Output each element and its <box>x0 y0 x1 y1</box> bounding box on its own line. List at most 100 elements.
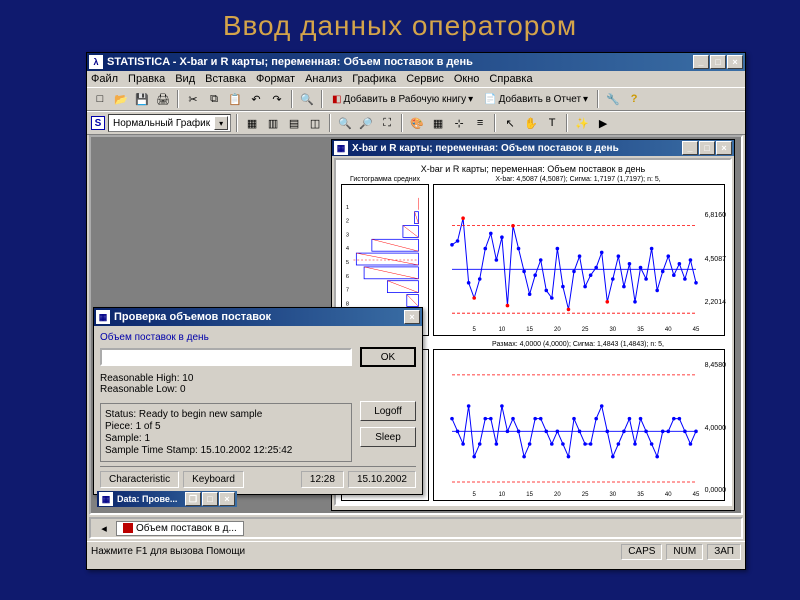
svg-text:40: 40 <box>665 327 672 333</box>
range-chart-panel: 51015202530354045 8,4580 4,0000 0,0000 <box>433 349 725 501</box>
new-icon[interactable]: □ <box>91 90 109 108</box>
tool-icon-1[interactable]: ▦ <box>243 114 261 132</box>
pointer-icon[interactable]: ↖ <box>501 114 519 132</box>
logoff-button[interactable]: Logoff <box>360 401 416 421</box>
menubar: Файл Правка Вид Вставка Формат Анализ Гр… <box>87 71 745 87</box>
svg-text:45: 45 <box>693 492 700 498</box>
svg-text:30: 30 <box>609 492 616 498</box>
add-report-button[interactable]: 📄Добавить в Отчет▾ <box>480 94 592 105</box>
fit-icon[interactable]: ⛶ <box>378 114 396 132</box>
r-ucl-label: 8,4580 <box>705 362 726 369</box>
xbar-ucl-label: 6,8160 <box>705 212 726 219</box>
menu-file[interactable]: Файл <box>91 73 118 85</box>
xbar-chart-panel: 51015202530354045 6,8160 4,5087 2,2014 <box>433 184 725 336</box>
status-caps: CAPS <box>621 544 662 560</box>
tool-icon-2[interactable]: ▥ <box>264 114 282 132</box>
r-lcl-label: 0,0000 <box>705 487 726 494</box>
print-icon[interactable]: 🖨 <box>154 90 172 108</box>
menu-edit[interactable]: Правка <box>128 73 165 85</box>
menu-insert[interactable]: Вставка <box>205 73 246 85</box>
maximize-button[interactable]: □ <box>710 55 726 69</box>
svg-text:35: 35 <box>637 492 644 498</box>
data-restore-button[interactable]: ❐ <box>185 492 201 506</box>
menu-window[interactable]: Окно <box>454 73 480 85</box>
chart-window-icon: ▦ <box>334 141 348 155</box>
find-icon[interactable]: 🔍 <box>298 90 316 108</box>
data-close-button[interactable]: × <box>219 492 235 506</box>
data-window-minimized[interactable]: ▦ Data: Прове... ❐ □ × <box>97 491 237 507</box>
help-icon[interactable]: ? <box>625 90 643 108</box>
minimize-button[interactable]: _ <box>693 55 709 69</box>
data-window-icon: ▦ <box>99 492 113 506</box>
svg-text:3: 3 <box>346 232 349 238</box>
menu-graphics[interactable]: Графика <box>352 73 396 85</box>
chart-maximize-button[interactable]: □ <box>699 141 715 155</box>
menu-analysis[interactable]: Анализ <box>305 73 342 85</box>
tool-icon-4[interactable]: ◫ <box>306 114 324 132</box>
wand-icon[interactable]: ✨ <box>573 114 591 132</box>
dialog-close-button[interactable]: × <box>404 310 420 324</box>
document-tab[interactable]: Объем поставок в д... <box>116 521 244 536</box>
open-icon[interactable]: 📂 <box>112 90 130 108</box>
palette-icon[interactable]: 🎨 <box>408 114 426 132</box>
menu-view[interactable]: Вид <box>175 73 195 85</box>
dialog-icon: ▦ <box>96 310 110 324</box>
svg-text:15: 15 <box>526 327 533 333</box>
app-icon: λ <box>89 55 103 69</box>
slide-title: Ввод данных оператором <box>0 0 800 48</box>
chart-close-button[interactable]: × <box>716 141 732 155</box>
axes-icon[interactable]: ⊹ <box>450 114 468 132</box>
menu-format[interactable]: Формат <box>256 73 295 85</box>
options-icon[interactable]: 🔧 <box>604 90 622 108</box>
redo-icon[interactable]: ↷ <box>268 90 286 108</box>
paste-icon[interactable]: 📋 <box>226 90 244 108</box>
undo-icon[interactable]: ↶ <box>247 90 265 108</box>
document-tabs: ◂ Объем поставок в д... <box>89 517 743 539</box>
status-rec: ЗАП <box>707 544 741 560</box>
run-icon[interactable]: ▶ <box>594 114 612 132</box>
app-titlebar: λ STATISTICA - X-bar и R карты; переменн… <box>87 53 745 71</box>
save-icon[interactable]: 💾 <box>133 90 151 108</box>
sleep-button[interactable]: Sleep <box>360 427 416 447</box>
timestamp-text: Sample Time Stamp: 15.10.2002 12:25:42 <box>105 445 347 456</box>
toolbar-main: □ 📂 💾 🖨 ✂ ⧉ 📋 ↶ ↷ 🔍 ◧Добавить в Рабочую … <box>87 87 745 111</box>
dialog-title: Проверка объемов поставок <box>114 311 404 323</box>
svg-text:40: 40 <box>665 492 672 498</box>
svg-text:6: 6 <box>346 274 349 280</box>
characteristic-cell: Characteristic <box>100 471 179 488</box>
layers-icon[interactable]: ≡ <box>471 114 489 132</box>
grid-icon[interactable]: ▦ <box>429 114 447 132</box>
zoom-in-icon[interactable]: 🔍 <box>336 114 354 132</box>
chart-titlebar: ▦ X-bar и R карты; переменная: Объем пос… <box>332 140 734 156</box>
chart-type-combo[interactable]: Нормальный График▾ <box>108 114 231 132</box>
xbar-cl-label: 4,5087 <box>705 256 726 263</box>
menu-help[interactable]: Справка <box>489 73 532 85</box>
text-icon[interactable]: T <box>543 114 561 132</box>
tab-scroll-left-icon[interactable]: ◂ <box>95 519 113 537</box>
app-title: STATISTICA - X-bar и R карты; переменная… <box>107 56 693 68</box>
chart-minimize-button[interactable]: _ <box>682 141 698 155</box>
xbar-lcl-label: 2,2014 <box>705 299 726 306</box>
hand-icon[interactable]: ✋ <box>522 114 540 132</box>
cut-icon[interactable]: ✂ <box>184 90 202 108</box>
data-window-title: Data: Прове... <box>117 494 185 504</box>
dialog-field-label: Объем поставок в день <box>100 332 416 343</box>
time-cell: 12:28 <box>301 471 344 488</box>
r-cl-label: 4,0000 <box>705 425 726 432</box>
copy-icon[interactable]: ⧉ <box>205 90 223 108</box>
close-button[interactable]: × <box>727 55 743 69</box>
xbar-stats-label: X-bar: 4,5087 (4,5087); Сигма: 1,7197 (1… <box>430 176 726 183</box>
chevron-down-icon[interactable]: ▾ <box>214 116 228 130</box>
input-dialog: ▦ Проверка объемов поставок × Объем пост… <box>93 307 423 495</box>
s-badge-icon: S <box>91 116 105 130</box>
data-maximize-button[interactable]: □ <box>202 492 218 506</box>
zoom-out-icon[interactable]: 🔎 <box>357 114 375 132</box>
tool-icon-3[interactable]: ▤ <box>285 114 303 132</box>
date-cell: 15.10.2002 <box>348 471 416 488</box>
value-input[interactable] <box>100 348 352 366</box>
svg-text:5: 5 <box>473 492 477 498</box>
menu-service[interactable]: Сервис <box>406 73 444 85</box>
add-workbook-button[interactable]: ◧Добавить в Рабочую книгу▾ <box>328 94 477 105</box>
ok-button[interactable]: OK <box>360 347 416 367</box>
svg-text:25: 25 <box>582 327 589 333</box>
